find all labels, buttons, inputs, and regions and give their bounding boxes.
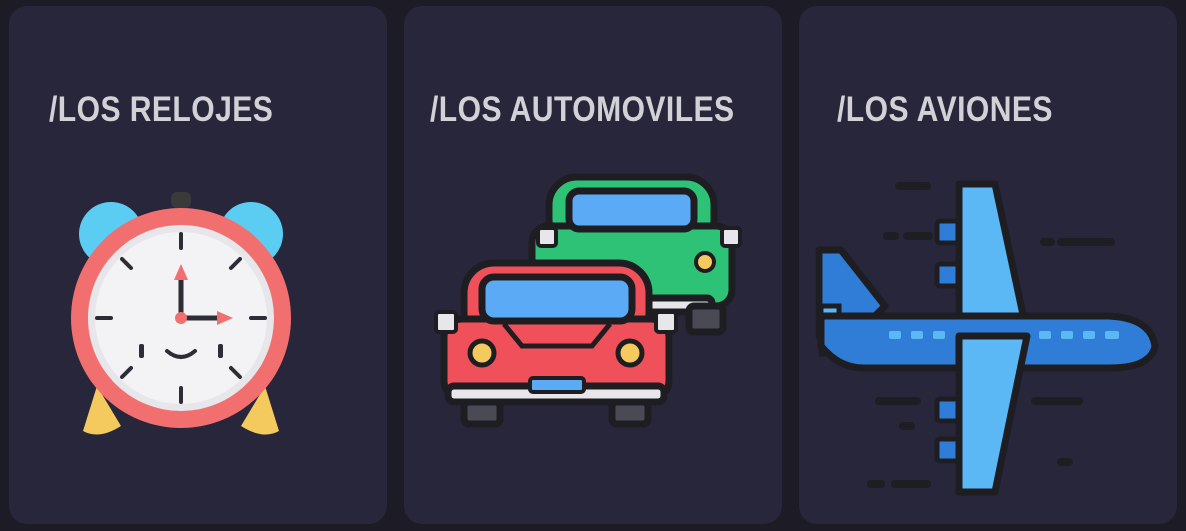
category-card-aviones[interactable]: /LOS AVIONES: [799, 6, 1177, 524]
category-card-relojes[interactable]: /LOS RELOJES: [9, 6, 387, 524]
category-card-automoviles[interactable]: /LOS AUTOMOVILES: [404, 6, 782, 524]
cars-icon: [434, 173, 742, 428]
alarm-clock-icon: [71, 192, 291, 435]
airplane-icon: [815, 180, 1159, 496]
category-grid: /LOS RELOJES /LOS AUTOMOVILES /LOS AVION…: [0, 0, 1186, 531]
